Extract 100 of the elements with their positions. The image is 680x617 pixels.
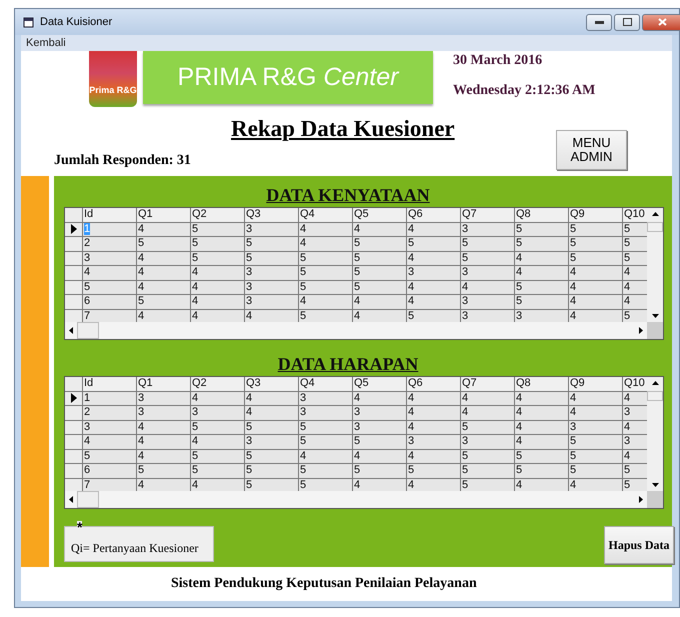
scroll-up-icon[interactable] <box>652 381 658 385</box>
column-header[interactable]: Q1 <box>137 208 191 222</box>
column-header[interactable]: Q7 <box>461 208 515 222</box>
table-cell: 5 <box>299 252 353 265</box>
table-cell: 4 <box>461 392 515 405</box>
delete-data-button[interactable]: Hapus Data <box>604 526 674 564</box>
table-cell: 5 <box>191 222 245 236</box>
column-header[interactable]: Id <box>83 377 137 390</box>
legend-text: Qi= Pertanyaan Kuesioner <box>70 540 198 556</box>
table-cell: 4 <box>191 295 245 308</box>
table-cell: 4 <box>407 222 461 236</box>
table-cell: 3 <box>83 252 137 265</box>
table-cell: 4 <box>407 280 461 294</box>
column-header[interactable]: Id <box>83 208 137 222</box>
table-cell: 4 <box>137 450 191 463</box>
table-cell: 4 <box>515 406 569 420</box>
table-cell: 3 <box>245 222 299 236</box>
table-cell: 3 <box>461 222 515 236</box>
scroll-thumb[interactable] <box>647 222 663 232</box>
scroll-thumb[interactable] <box>77 491 99 508</box>
column-header[interactable]: Q7 <box>461 377 515 390</box>
table-cell: 3 <box>245 266 299 280</box>
table-cell: 4 <box>461 406 515 420</box>
table-cell: 4 <box>407 450 461 463</box>
footer-text: Sistem Pendukung Keputusan Penilaian Pelayanan <box>171 576 477 592</box>
column-header[interactable]: Q10 <box>623 377 647 390</box>
maximize-button[interactable] <box>614 14 640 30</box>
column-header[interactable]: Q6 <box>407 208 461 222</box>
table-cell: 5 <box>83 280 137 294</box>
scroll-thumb[interactable] <box>647 391 663 401</box>
table-cell: 3 <box>461 435 515 448</box>
table-cell: 5 <box>515 450 569 463</box>
menu-item[interactable]: Kembali <box>23 37 69 49</box>
table-cell: 4 <box>137 420 191 434</box>
scroll-thumb[interactable] <box>77 322 99 339</box>
table-cell: 4 <box>137 280 191 294</box>
window-icon <box>23 16 34 28</box>
table-cell: 5 <box>461 464 515 478</box>
horizontal-scrollbar[interactable] <box>65 322 647 339</box>
table-cell: 3 <box>353 406 407 420</box>
table-cell: 5 <box>407 464 461 478</box>
table-cell: 5 <box>515 295 569 308</box>
vertical-scrollbar[interactable] <box>647 208 663 322</box>
table-cell: 5 <box>245 252 299 265</box>
table-cell: 3 <box>407 435 461 448</box>
vertical-scrollbar[interactable] <box>647 377 663 491</box>
table-cell: 4 <box>515 392 569 405</box>
row-header[interactable] <box>65 392 83 405</box>
table-cell: 4 <box>191 266 245 280</box>
table-cell: 2 <box>83 406 137 420</box>
scroll-left-icon[interactable] <box>69 496 73 503</box>
table-cell: 3 <box>137 392 191 405</box>
column-header[interactable]: Q6 <box>407 377 461 390</box>
table-cell: 5 <box>569 450 623 463</box>
column-header[interactable]: Q4 <box>299 377 353 390</box>
column-header[interactable]: Q3 <box>245 377 299 390</box>
scroll-down-icon[interactable] <box>652 314 658 318</box>
table-cell: 5 <box>569 222 623 236</box>
column-header[interactable]: Q1 <box>137 377 191 390</box>
table-cell: 4 <box>353 295 407 308</box>
row-header[interactable] <box>65 222 83 236</box>
table-cell: 2 <box>83 237 137 250</box>
scroll-right-icon[interactable] <box>639 327 643 334</box>
scroll-up-icon[interactable] <box>652 212 658 216</box>
column-header[interactable]: Q2 <box>191 208 245 222</box>
minimize-button[interactable] <box>586 14 612 30</box>
table-cell: 4 <box>299 295 353 308</box>
table-cell: 5 <box>353 252 407 265</box>
column-header[interactable]: Q9 <box>569 377 623 390</box>
column-header[interactable]: Q4 <box>299 208 353 222</box>
column-header[interactable]: Q9 <box>569 208 623 222</box>
table-cell: 4 <box>137 222 191 236</box>
column-header[interactable]: Q2 <box>191 377 245 390</box>
table-cell: 4 <box>407 252 461 265</box>
table-cell: 5 <box>137 464 191 478</box>
scroll-left-icon[interactable] <box>69 327 73 334</box>
column-header[interactable]: Q10 <box>623 208 647 222</box>
table-cell: 4 <box>515 266 569 280</box>
column-header[interactable]: Q8 <box>515 208 569 222</box>
column-header[interactable]: Q3 <box>245 208 299 222</box>
table-cell: 5 <box>245 450 299 463</box>
table-cell: 5 <box>191 420 245 434</box>
column-header[interactable]: Q8 <box>515 377 569 390</box>
table-cell: 4 <box>407 406 461 420</box>
scroll-right-icon[interactable] <box>639 496 643 503</box>
table-cell: 5 <box>515 237 569 250</box>
table-cell: 4 <box>137 252 191 265</box>
close-button[interactable] <box>642 14 680 30</box>
table-cell: 4 <box>569 406 623 420</box>
horizontal-scrollbar[interactable] <box>65 491 647 508</box>
table-cell: 5 <box>461 450 515 463</box>
close-icon <box>658 18 666 26</box>
table-cell: 4 <box>569 280 623 294</box>
column-header[interactable]: Q5 <box>353 377 407 390</box>
table-cell: 4 <box>407 295 461 308</box>
menu-admin-button[interactable]: MENU ADMIN <box>556 130 627 170</box>
table-cell: 5 <box>515 464 569 478</box>
column-header[interactable]: Q5 <box>353 208 407 222</box>
scroll-down-icon[interactable] <box>652 483 658 487</box>
table-cell: 3 <box>461 266 515 280</box>
